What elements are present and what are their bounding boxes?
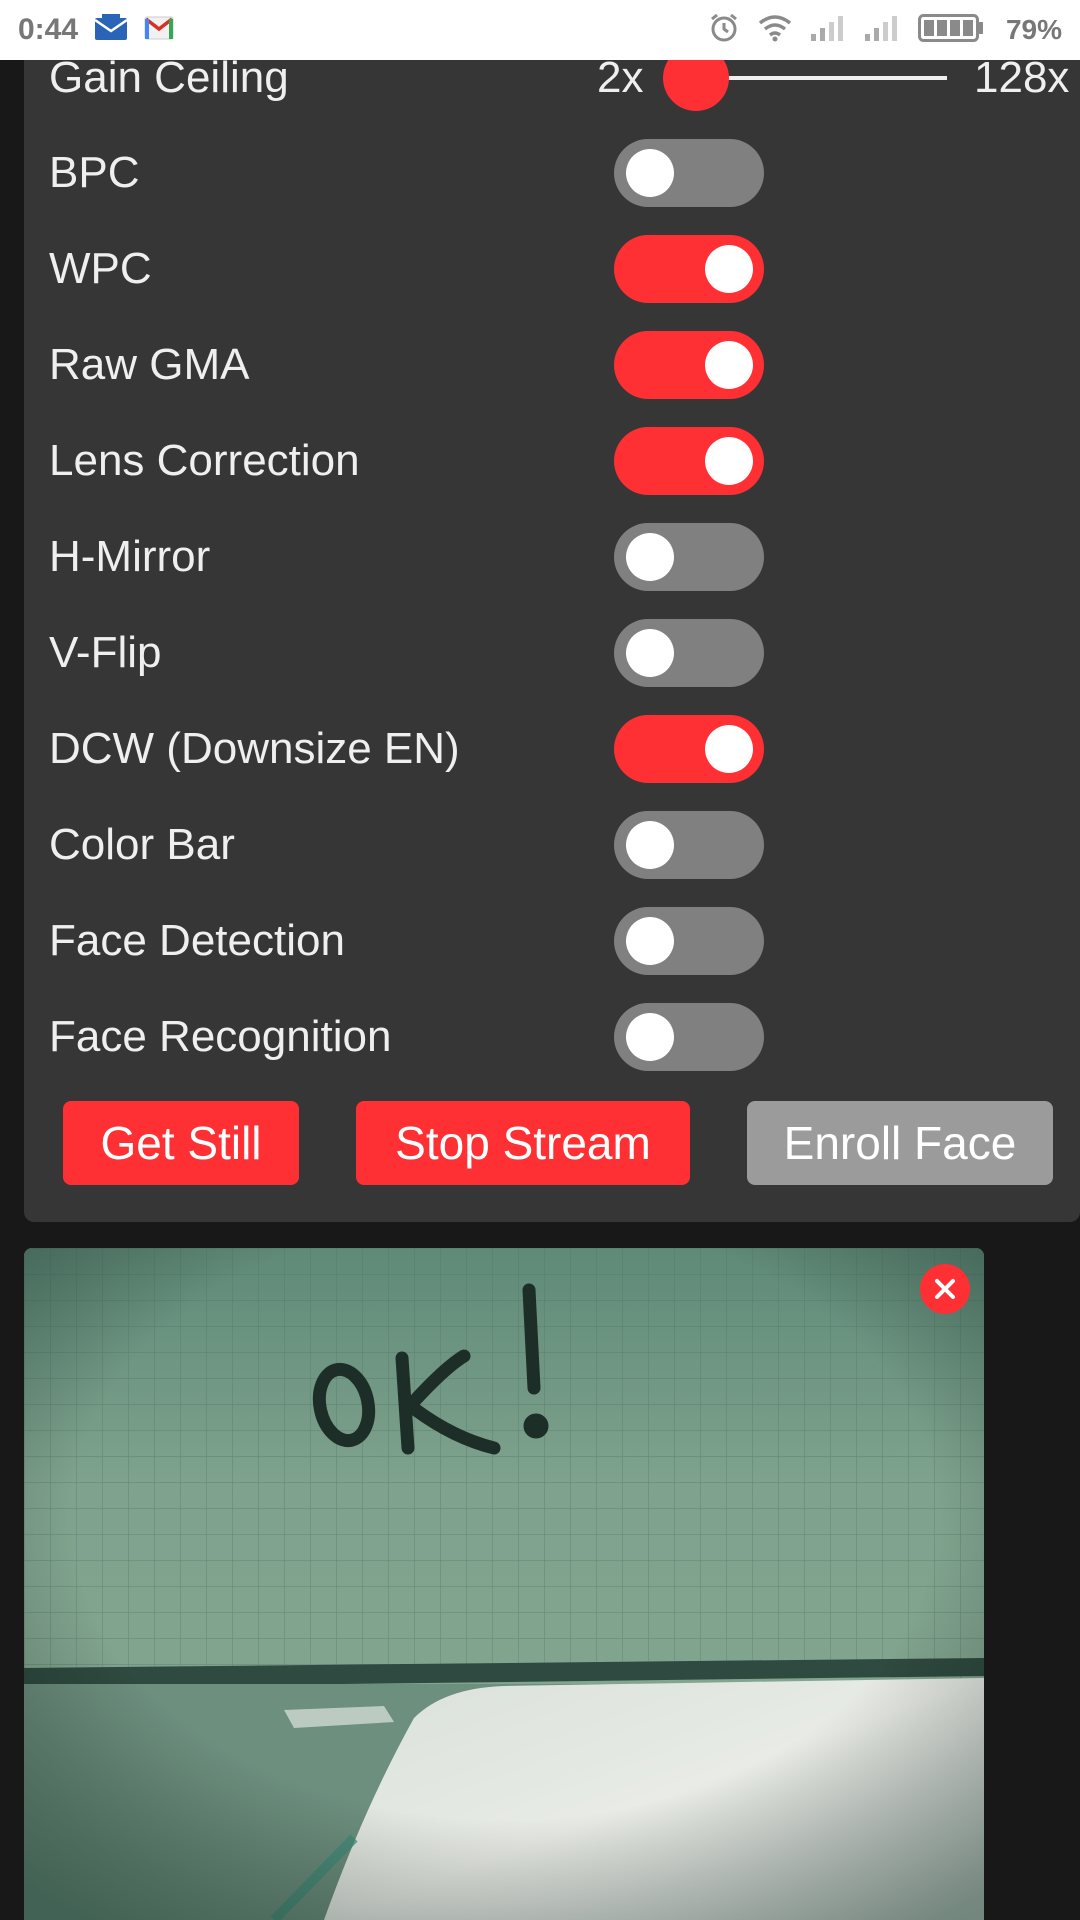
toggle-label: Face Detection bbox=[49, 916, 345, 965]
toggle-label: WPC bbox=[49, 244, 152, 293]
signal-icon-2 bbox=[864, 14, 900, 47]
status-time: 0:44 bbox=[18, 13, 79, 46]
wpc-toggle[interactable] bbox=[614, 235, 764, 303]
toggle-row-v-flip: V-Flip bbox=[49, 605, 1079, 701]
lens-correction-toggle[interactable] bbox=[614, 427, 764, 495]
color-bar-toggle[interactable] bbox=[614, 811, 764, 879]
enroll-face-button[interactable]: Enroll Face bbox=[747, 1101, 1053, 1185]
wifi-icon bbox=[758, 14, 792, 47]
gain-ceiling-min-label: 2x bbox=[597, 53, 644, 102]
toggle-row-wpc: WPC bbox=[49, 221, 1079, 317]
toggle-knob bbox=[705, 725, 753, 773]
toggle-knob bbox=[705, 341, 753, 389]
toggle-row-dcw: DCW (Downsize EN) bbox=[49, 701, 1079, 797]
toggle-label: Lens Correction bbox=[49, 436, 360, 485]
toggle-knob bbox=[626, 629, 674, 677]
close-stream-button[interactable] bbox=[920, 1264, 970, 1314]
toggle-label: DCW (Downsize EN) bbox=[49, 724, 460, 773]
close-icon bbox=[935, 1279, 955, 1299]
battery-icon bbox=[917, 13, 984, 48]
status-bar: 0:44 79% bbox=[0, 0, 1080, 60]
toggle-knob bbox=[626, 533, 674, 581]
toggle-knob bbox=[626, 149, 674, 197]
toggle-knob bbox=[626, 917, 674, 965]
toggle-row-face-recognition: Face Recognition bbox=[49, 989, 1079, 1085]
dcw-toggle[interactable] bbox=[614, 715, 764, 783]
v-flip-toggle[interactable] bbox=[614, 619, 764, 687]
toggle-row-h-mirror: H-Mirror bbox=[49, 509, 1079, 605]
toggle-row-bpc: BPC bbox=[49, 125, 1079, 221]
settings-panel: Gain Ceiling 2x 128x BPC WPC Raw GMA Len… bbox=[24, 0, 1080, 1222]
toggle-label: BPC bbox=[49, 148, 140, 197]
toggle-label: H-Mirror bbox=[49, 532, 211, 581]
toggle-label: Color Bar bbox=[49, 820, 235, 869]
toggle-label: V-Flip bbox=[49, 628, 162, 677]
toggle-knob bbox=[626, 1013, 674, 1061]
gmail-icon bbox=[144, 16, 174, 45]
gain-ceiling-label: Gain Ceiling bbox=[49, 53, 289, 102]
camera-stream-image bbox=[24, 1248, 984, 1920]
raw-gma-toggle[interactable] bbox=[614, 331, 764, 399]
camera-frame-drawing bbox=[24, 1248, 984, 1920]
toggle-row-lens-correction: Lens Correction bbox=[49, 413, 1079, 509]
toggle-row-color-bar: Color Bar bbox=[49, 797, 1079, 893]
toggle-knob bbox=[705, 437, 753, 485]
face-recognition-toggle[interactable] bbox=[614, 1003, 764, 1071]
toggle-label: Raw GMA bbox=[49, 340, 250, 389]
mail-icon bbox=[94, 13, 128, 47]
toggle-row-face-detection: Face Detection bbox=[49, 893, 1079, 989]
face-detection-toggle[interactable] bbox=[614, 907, 764, 975]
stop-stream-button[interactable]: Stop Stream bbox=[356, 1101, 690, 1185]
bpc-toggle[interactable] bbox=[614, 139, 764, 207]
gain-ceiling-max-label: 128x bbox=[974, 53, 1070, 102]
toggle-knob bbox=[626, 821, 674, 869]
alarm-icon bbox=[708, 12, 740, 49]
h-mirror-toggle[interactable] bbox=[614, 523, 764, 591]
battery-percent: 79% bbox=[1005, 14, 1062, 45]
get-still-button[interactable]: Get Still bbox=[63, 1101, 299, 1185]
signal-icon bbox=[810, 14, 846, 47]
toggle-label: Face Recognition bbox=[49, 1012, 392, 1061]
toggle-row-raw-gma: Raw GMA bbox=[49, 317, 1079, 413]
toggle-knob bbox=[705, 245, 753, 293]
